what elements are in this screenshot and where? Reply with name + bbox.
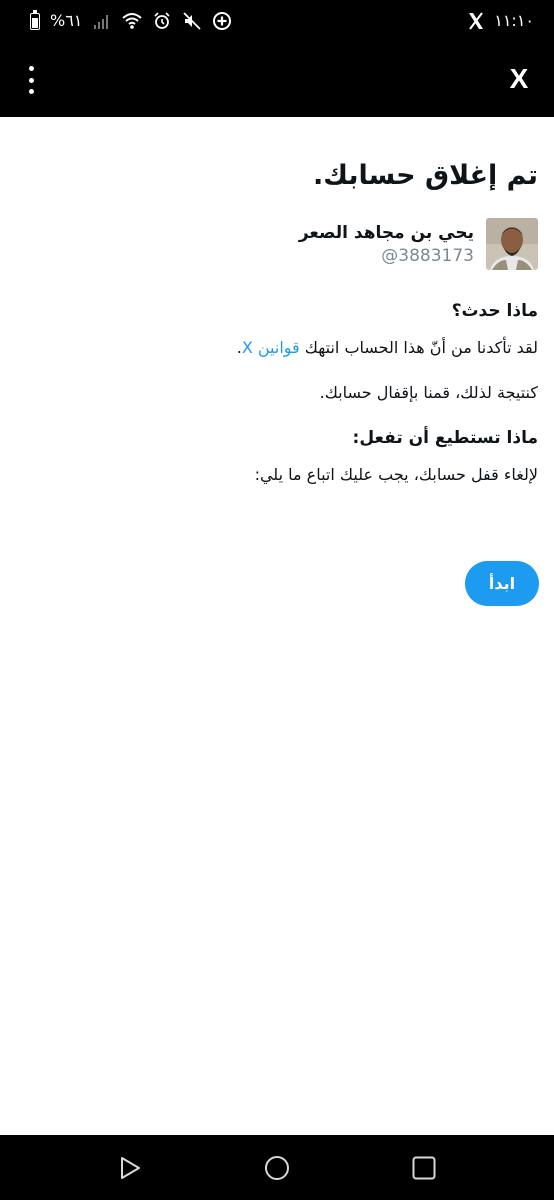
user-card: يحي بن مجاهد الصعر @3883173 [16,217,538,271]
start-button[interactable]: ابدأ [465,561,539,606]
main-content: تم إغلاق حسابك. يحي بن مجاهد الصعر @3883… [16,117,538,487]
recents-icon[interactable] [411,1155,437,1181]
back-icon[interactable] [117,1155,143,1181]
status-left: %٦١ [30,9,232,32]
app-bar: X [0,44,554,117]
mute-icon [183,12,202,30]
data-saver-icon [213,12,232,30]
navigation-bar [0,1135,554,1200]
user-handle: @3883173 [381,246,474,266]
violation-text: لقد تأكدنا من أنّ هذا الحساب انتهك قواني… [16,336,538,360]
more-vertical-icon[interactable] [20,66,42,94]
x-rules-link[interactable]: قوانين X [242,338,300,357]
violation-text-start: لقد تأكدنا من أنّ هذا الحساب انتهك [299,338,538,357]
battery-percent: %٦١ [50,11,83,30]
alarm-icon [154,12,170,29]
wifi-icon [122,13,143,29]
avatar [486,218,538,270]
what-happened-heading: ماذا حدث؟ [451,301,538,321]
battery-icon [30,9,40,30]
display-name: يحي بن مجاهد الصعر [298,223,474,243]
x-app-icon [469,12,484,30]
unlock-instructions: لإلغاء قفل حسابك، يجب عليك اتباع ما يلي: [254,465,538,484]
clock: ١١:١٠ [494,11,534,30]
close-button[interactable]: X [506,64,532,94]
signal-icon [94,15,109,29]
result-text: كنتيجة لذلك، قمنا بإقفال حسابك. [319,383,538,402]
status-bar: %٦١ ١١:١٠ [0,0,554,44]
page-title: تم إغلاق حسابك. [312,160,538,191]
user-info: يحي بن مجاهد الصعر @3883173 [299,221,474,267]
home-icon[interactable] [264,1155,290,1181]
status-right: ١١:١٠ [466,10,534,32]
what-you-can-do-heading: ماذا تستطيع أن تفعل: [352,428,538,448]
